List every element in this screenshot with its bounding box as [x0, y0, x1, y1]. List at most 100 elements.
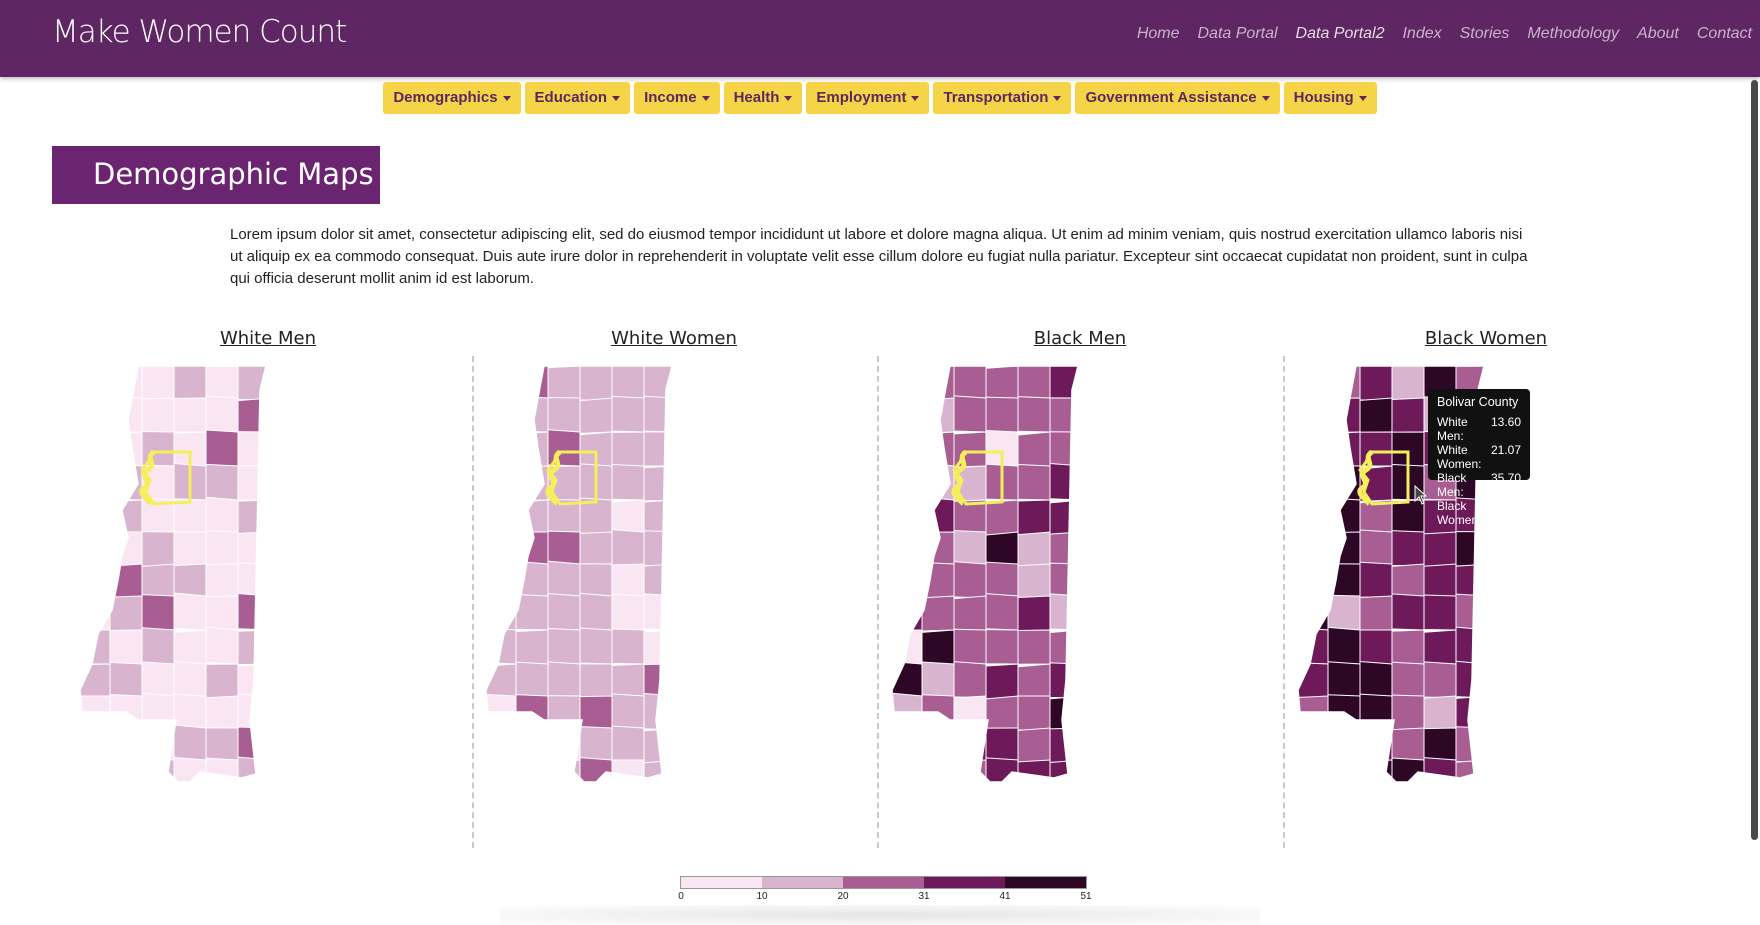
county-shape[interactable]: [921, 727, 955, 764]
county-shape[interactable]: [109, 758, 143, 794]
county-shape[interactable]: [579, 397, 613, 434]
county-shape[interactable]: [141, 431, 175, 467]
county-shape[interactable]: [890, 531, 923, 568]
county-shape[interactable]: [1455, 695, 1488, 732]
county-shape[interactable]: [611, 395, 645, 433]
county-shape[interactable]: [1017, 531, 1051, 568]
county-shape[interactable]: [985, 396, 1019, 433]
county-shape[interactable]: [547, 530, 581, 567]
county-shape[interactable]: [985, 561, 1019, 599]
county-shape[interactable]: [109, 431, 143, 468]
county-shape[interactable]: [643, 395, 676, 433]
county-shape[interactable]: [953, 595, 987, 632]
map-title-white-men[interactable]: White Men: [68, 328, 468, 349]
county-shape[interactable]: [1359, 595, 1393, 632]
county-shape[interactable]: [579, 726, 613, 763]
county-shape[interactable]: [1391, 757, 1425, 794]
county-shape[interactable]: [109, 726, 143, 763]
county-shape[interactable]: [78, 397, 111, 433]
county-shape[interactable]: [985, 499, 1019, 536]
nav-home[interactable]: Home: [1137, 25, 1180, 43]
county-shape[interactable]: [78, 465, 111, 501]
county-shape[interactable]: [484, 430, 517, 467]
county-shape[interactable]: [515, 431, 549, 468]
county-shape[interactable]: [484, 561, 517, 599]
county-shape[interactable]: [484, 663, 517, 700]
category-income[interactable]: Income: [634, 82, 720, 114]
county-shape[interactable]: [890, 431, 923, 467]
county-shape[interactable]: [141, 531, 175, 567]
county-shape[interactable]: [237, 431, 270, 467]
county-shape[interactable]: [141, 627, 175, 665]
county-shape[interactable]: [1327, 626, 1361, 665]
county-shape[interactable]: [205, 727, 239, 763]
county-shape[interactable]: [579, 627, 613, 665]
county-shape[interactable]: [109, 397, 143, 433]
county-shape[interactable]: [515, 756, 549, 794]
county-shape[interactable]: [643, 465, 676, 502]
county-shape[interactable]: [205, 496, 239, 535]
county-shape[interactable]: [484, 727, 517, 764]
county-shape[interactable]: [141, 727, 175, 763]
county-shape[interactable]: [921, 397, 955, 434]
county-shape[interactable]: [1423, 594, 1457, 631]
county-shape[interactable]: [141, 594, 175, 631]
county-shape[interactable]: [1017, 365, 1051, 401]
county-map-black-men[interactable]: [880, 320, 1280, 850]
county-shape[interactable]: [484, 626, 517, 665]
county-shape[interactable]: [953, 661, 987, 699]
county-shape[interactable]: [1391, 499, 1425, 535]
nav-about[interactable]: About: [1637, 25, 1679, 43]
county-shape[interactable]: [611, 563, 645, 599]
county-shape[interactable]: [985, 757, 1019, 794]
county-shape[interactable]: [579, 592, 613, 631]
county-shape[interactable]: [611, 463, 645, 501]
county-shape[interactable]: [78, 695, 111, 731]
nav-data-portal2[interactable]: Data Portal2: [1296, 25, 1385, 43]
county-shape[interactable]: [1049, 593, 1082, 631]
county-shape[interactable]: [237, 592, 270, 631]
county-shape[interactable]: [484, 463, 517, 501]
county-shape[interactable]: [890, 660, 923, 699]
county-shape[interactable]: [953, 695, 987, 732]
county-shape[interactable]: [1455, 593, 1488, 631]
county-shape[interactable]: [611, 529, 645, 567]
county-shape[interactable]: [1017, 727, 1051, 764]
county-shape[interactable]: [1423, 563, 1457, 600]
county-shape[interactable]: [484, 498, 517, 535]
county-shape[interactable]: [205, 626, 239, 665]
county-shape[interactable]: [173, 693, 207, 731]
county-shape[interactable]: [1296, 463, 1329, 501]
nav-contact[interactable]: Contact: [1697, 25, 1752, 43]
county-shape[interactable]: [579, 663, 613, 699]
category-demographics[interactable]: Demographics: [383, 82, 521, 114]
county-shape[interactable]: [985, 663, 1019, 700]
county-shape[interactable]: [921, 759, 955, 795]
county-shape[interactable]: [1391, 593, 1425, 631]
county-shape[interactable]: [515, 395, 549, 433]
category-government-assistance[interactable]: Government Assistance: [1075, 82, 1280, 114]
county-shape[interactable]: [1391, 629, 1425, 666]
county-shape[interactable]: [205, 463, 239, 501]
county-shape[interactable]: [173, 629, 207, 666]
county-shape[interactable]: [173, 531, 207, 567]
county-shape[interactable]: [78, 629, 111, 665]
county-shape[interactable]: [515, 727, 549, 763]
county-shape[interactable]: [78, 562, 111, 599]
county-shape[interactable]: [579, 757, 613, 794]
county-shape[interactable]: [611, 431, 645, 467]
county-shape[interactable]: [1327, 531, 1361, 567]
county-shape[interactable]: [78, 531, 111, 568]
county-shape[interactable]: [547, 661, 581, 699]
county-shape[interactable]: [611, 366, 645, 401]
county-shape[interactable]: [1017, 396, 1051, 433]
county-shape[interactable]: [1049, 397, 1082, 433]
county-shape[interactable]: [1391, 530, 1425, 567]
county-shape[interactable]: [173, 756, 207, 794]
map-title-black-women[interactable]: Black Women: [1286, 328, 1686, 349]
county-shape[interactable]: [1359, 629, 1393, 665]
county-shape[interactable]: [484, 595, 517, 632]
county-shape[interactable]: [985, 727, 1019, 763]
county-shape[interactable]: [1017, 463, 1051, 501]
county-shape[interactable]: [109, 629, 143, 665]
